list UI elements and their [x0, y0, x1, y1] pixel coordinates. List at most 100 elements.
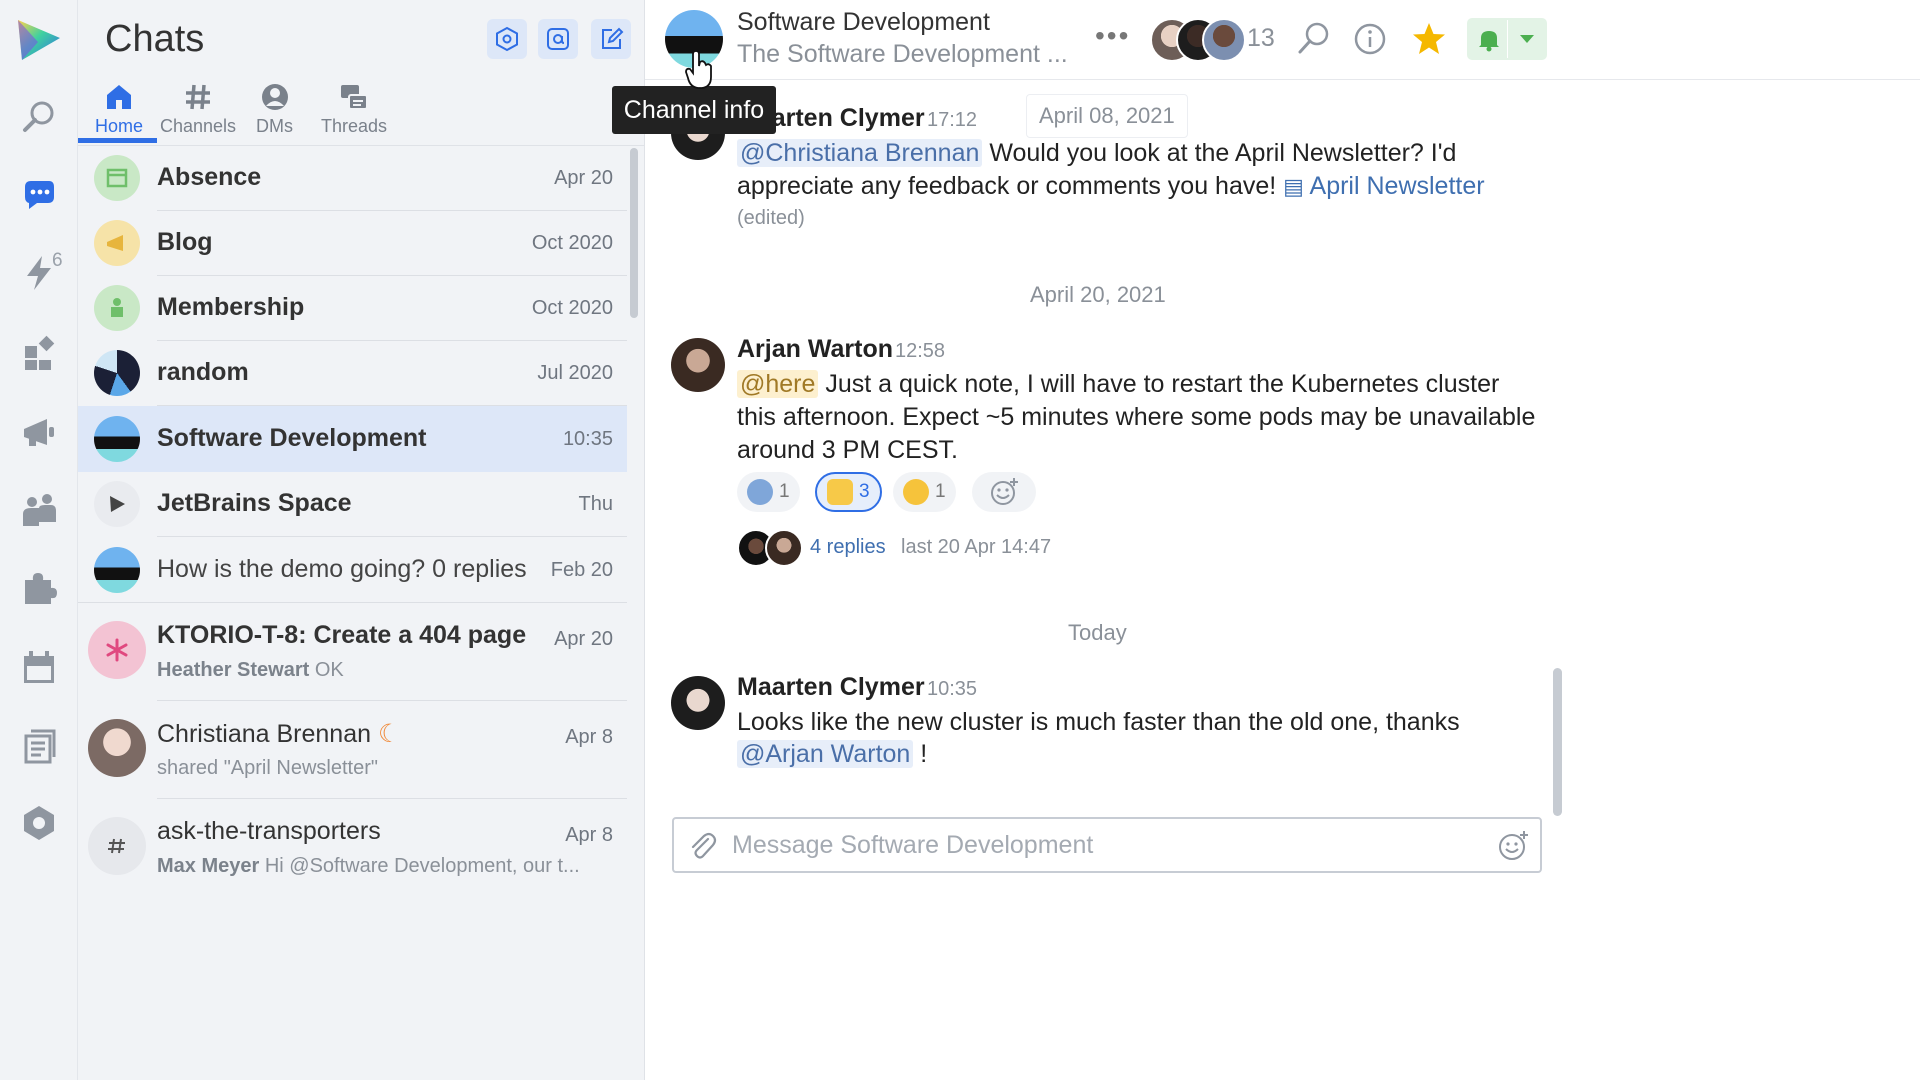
- message-text: @Arjan Warton !: [737, 740, 927, 769]
- mention[interactable]: @Arjan Warton: [737, 740, 914, 768]
- chat-item-ktorio[interactable]: KTORIO-T-8: Create a 404 page Apr 20 Hea…: [78, 603, 627, 701]
- new-message-button[interactable]: [591, 19, 631, 59]
- messages-scrollbar[interactable]: [1553, 668, 1562, 816]
- mention[interactable]: @here: [737, 370, 819, 398]
- chat-item-random[interactable]: random Jul 2020: [78, 341, 627, 406]
- chat-date: Thu: [578, 493, 613, 515]
- chat-name: Software Development: [157, 424, 427, 452]
- chat-preview: shared "April Newsletter": [157, 757, 378, 779]
- date-divider: Today: [1068, 620, 1127, 645]
- member-avatars[interactable]: [1150, 18, 1250, 62]
- tab-threads[interactable]: Threads: [321, 82, 387, 146]
- search-icon[interactable]: [14, 92, 64, 142]
- chat-item-software-development[interactable]: Software Development 10:35: [78, 406, 627, 472]
- search-icon[interactable]: [1295, 20, 1333, 58]
- message-time: 17:12: [927, 109, 978, 131]
- reaction-robot[interactable]: 1: [737, 472, 800, 512]
- more-options-icon[interactable]: •••: [1095, 20, 1130, 52]
- panel-title: Chats: [105, 18, 205, 60]
- channel-description: The Software Development ...: [737, 40, 1068, 68]
- chat-preview: Max Meyer Hi @Software Development, our …: [157, 855, 580, 877]
- user-avatar: [88, 719, 146, 777]
- chat-tabs: Home Channels DMs Threads: [78, 80, 645, 146]
- threads-icon: [341, 85, 369, 110]
- bell-icon: [1479, 31, 1499, 52]
- document-link[interactable]: April Newsletter: [1310, 172, 1485, 200]
- puzzle-icon[interactable]: [14, 563, 64, 613]
- edited-label: (edited): [737, 207, 805, 229]
- chat-list-scrollbar[interactable]: [630, 148, 638, 318]
- member-count[interactable]: 13: [1247, 24, 1275, 53]
- chat-item-christiana-brennan[interactable]: Christiana Brennan ☾ Apr 8 shared "April…: [78, 701, 627, 799]
- info-icon[interactable]: [1351, 20, 1389, 58]
- chat-preview: Heather Stewart OK: [157, 659, 344, 681]
- compose-icon: [602, 27, 624, 49]
- notifications-button[interactable]: [1467, 18, 1547, 60]
- chat-item-ask-the-transporters[interactable]: ask-the-transporters Apr 8 Max Meyer Hi …: [78, 799, 627, 897]
- megaphone-icon[interactable]: [14, 406, 64, 456]
- message-time: 10:35: [927, 678, 978, 700]
- channel-avatar: [94, 350, 140, 396]
- chat-item-jetbrains-space[interactable]: JetBrains Space Thu: [78, 472, 627, 537]
- tab-home[interactable]: Home: [95, 82, 143, 146]
- chat-item-blog[interactable]: Blog Oct 2020: [78, 211, 627, 276]
- emoji-picker-icon[interactable]: [1496, 829, 1530, 863]
- replies-link[interactable]: 4 replies: [810, 536, 886, 559]
- hash-avatar-icon: [88, 817, 146, 875]
- mentions-button[interactable]: [538, 19, 578, 59]
- last-reply-time: last 20 Apr 14:47: [901, 536, 1052, 558]
- avatar: [765, 529, 803, 567]
- issue-avatar-icon: [88, 621, 146, 679]
- message-text: Looks like the new cluster is much faste…: [737, 708, 1460, 736]
- calendar-avatar-icon: [94, 155, 140, 201]
- message-text: @here Just a quick note, I will have to …: [737, 370, 1499, 399]
- hash-icon: [186, 84, 211, 110]
- tab-dms[interactable]: DMs: [256, 82, 293, 146]
- space-logo-icon[interactable]: [14, 14, 64, 64]
- chat-date: Apr 20: [554, 628, 613, 650]
- space-avatar-icon: [94, 481, 140, 527]
- star-icon[interactable]: [1410, 20, 1448, 58]
- date-divider: April 20, 2021: [1030, 282, 1166, 307]
- hand-cursor-icon: [685, 50, 712, 89]
- chat-item-absence[interactable]: Absence Apr 20: [78, 146, 627, 211]
- chat-item-thread[interactable]: How is the demo going? 0 replies Feb 20: [78, 537, 627, 603]
- settings-icon[interactable]: [14, 798, 64, 848]
- reaction-thumbs-up[interactable]: 3: [815, 472, 882, 512]
- chat-name: ask-the-transporters: [157, 817, 381, 845]
- avatar[interactable]: [671, 338, 725, 392]
- channel-avatar: [94, 416, 140, 462]
- chat-item-membership[interactable]: Membership Oct 2020: [78, 276, 627, 341]
- message-text: around 3 PM CEST.: [737, 436, 958, 464]
- add-reaction-button[interactable]: [972, 472, 1036, 512]
- channel-avatar: [94, 547, 140, 593]
- calendar-icon[interactable]: [14, 642, 64, 692]
- message-author[interactable]: Arjan Warton: [737, 335, 893, 364]
- reaction-crazy-face[interactable]: 1: [893, 472, 956, 512]
- settings-button[interactable]: [487, 19, 527, 59]
- chat-name: Blog: [157, 228, 213, 256]
- chat-date: Oct 2020: [531, 297, 613, 319]
- person-icon: [261, 84, 288, 110]
- chat-name: random: [157, 358, 249, 386]
- at-sign-icon: [547, 28, 569, 50]
- chat-name: Membership: [157, 293, 305, 321]
- mention[interactable]: @Christiana Brennan: [737, 139, 983, 167]
- chats-icon[interactable]: [14, 170, 64, 220]
- chat-date: 10:35: [562, 428, 613, 450]
- teams-icon[interactable]: [14, 485, 64, 535]
- chat-date: Apr 8: [565, 824, 613, 846]
- thumbs-up-emoji-icon: [827, 479, 853, 505]
- message-input[interactable]: [732, 829, 1472, 861]
- chat-name: How is the demo going? 0 replies: [157, 555, 527, 583]
- tab-channels[interactable]: Channels: [160, 82, 236, 146]
- documents-icon[interactable]: [14, 720, 64, 770]
- channel-title[interactable]: Software Development: [737, 8, 990, 37]
- paperclip-icon[interactable]: [686, 830, 718, 862]
- robot-emoji-icon: [747, 479, 773, 505]
- message-author[interactable]: Maarten Clymer: [737, 673, 925, 702]
- apps-icon[interactable]: [14, 327, 64, 377]
- avatar[interactable]: [671, 676, 725, 730]
- chat-name: Absence: [157, 163, 262, 191]
- message-text: appreciate any feedback or comments you …: [737, 172, 1485, 200]
